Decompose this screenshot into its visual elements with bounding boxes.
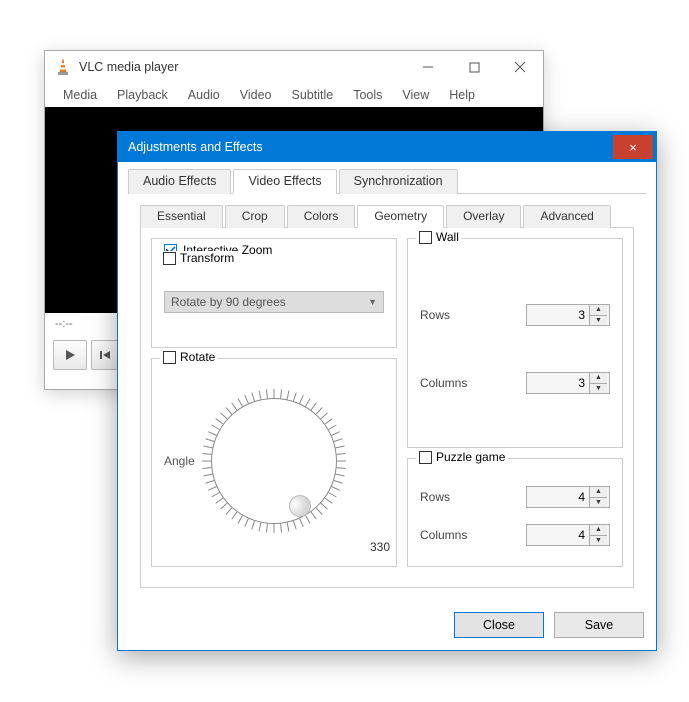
wall-cols-input[interactable] [527,373,589,393]
menu-tools[interactable]: Tools [345,86,390,104]
tab-audio-effects[interactable]: Audio Effects [128,169,231,194]
dialog-buttons: Close Save [118,600,656,650]
spinner-up-icon[interactable]: ▲ [590,305,607,316]
wall-group: Wall Rows ▲▼ Columns [407,238,623,448]
rotate-group: Rotate Angle 330 [151,358,397,567]
skip-back-icon [99,350,111,360]
window-title: VLC media player [79,60,405,74]
puzzle-label: Puzzle game [436,450,505,464]
angle-value: 330 [370,540,390,554]
puzzle-cols-label: Columns [420,528,467,542]
save-button-label: Save [585,618,614,632]
puzzle-checkbox[interactable] [419,451,432,464]
vlc-logo-icon [55,58,71,76]
spinner-down-icon[interactable]: ▼ [590,536,607,546]
spinner-up-icon[interactable]: ▲ [590,487,607,498]
puzzle-rows-input[interactable] [527,487,589,507]
puzzle-rows-spinner[interactable]: ▲▼ [526,486,610,508]
wall-cols-spinner[interactable]: ▲▼ [526,372,610,394]
wall-rows-input[interactable] [527,305,589,325]
menu-playback[interactable]: Playback [109,86,176,104]
prev-button[interactable] [91,340,119,370]
transform-dropdown-value: Rotate by 90 degrees [171,295,286,309]
puzzle-group: Puzzle game Rows ▲▼ Columns [407,458,623,567]
rotate-checkbox[interactable] [163,351,176,364]
rotate-label: Rotate [180,350,215,364]
spinner-down-icon[interactable]: ▼ [590,384,607,394]
subtab-overlay[interactable]: Overlay [446,205,521,228]
wall-label: Wall [436,230,459,244]
subtab-geometry[interactable]: Geometry [357,205,444,228]
top-tabs: Audio Effects Video Effects Synchronizat… [128,168,646,194]
close-button-label: Close [483,618,515,632]
adjustments-dialog: Adjustments and Effects × Audio Effects … [117,131,657,651]
spinner-up-icon[interactable]: ▲ [590,373,607,384]
wall-rows-label: Rows [420,308,450,322]
sub-tabs: Essential Crop Colors Geometry Overlay A… [140,204,634,228]
menu-bar: Media Playback Audio Video Subtitle Tool… [45,83,543,107]
close-button[interactable] [497,52,543,82]
subtab-advanced[interactable]: Advanced [523,205,610,228]
chevron-down-icon: ▼ [368,297,377,307]
menu-audio[interactable]: Audio [180,86,228,104]
menu-view[interactable]: View [394,86,437,104]
puzzle-rows-label: Rows [420,490,450,504]
menu-subtitle[interactable]: Subtitle [284,86,342,104]
dialog-title: Adjustments and Effects [128,140,610,154]
puzzle-cols-input[interactable] [527,525,589,545]
close-button[interactable]: Close [454,612,544,638]
elapsed-time[interactable]: --:-- [55,318,73,330]
menu-help[interactable]: Help [441,86,483,104]
spinner-down-icon[interactable]: ▼ [590,316,607,326]
tab-video-effects[interactable]: Video Effects [233,169,336,194]
play-icon [64,349,76,361]
titlebar[interactable]: VLC media player [45,51,543,83]
rotate-dial[interactable] [199,386,349,536]
transform-label: Transform [180,251,234,265]
subtab-essential[interactable]: Essential [140,205,223,228]
dialog-close-button[interactable]: × [613,135,653,159]
close-icon: × [629,140,637,155]
play-button[interactable] [53,340,87,370]
dialog-titlebar[interactable]: Adjustments and Effects × [118,132,656,162]
wall-cols-label: Columns [420,376,467,390]
maximize-button[interactable] [451,52,497,82]
subtab-crop[interactable]: Crop [225,205,285,228]
wall-rows-spinner[interactable]: ▲▼ [526,304,610,326]
wall-checkbox[interactable] [419,231,432,244]
angle-label: Angle [164,454,195,468]
spinner-down-icon[interactable]: ▼ [590,498,607,508]
minimize-button[interactable] [405,52,451,82]
menu-video[interactable]: Video [232,86,280,104]
transform-group: Interactive Zoom Transform Rotate by 90 … [151,238,397,348]
subtab-colors[interactable]: Colors [287,205,356,228]
spinner-up-icon[interactable]: ▲ [590,525,607,536]
transform-checkbox[interactable] [163,252,176,265]
puzzle-cols-spinner[interactable]: ▲▼ [526,524,610,546]
save-button[interactable]: Save [554,612,644,638]
geometry-panel: Interactive Zoom Transform Rotate by 90 … [140,228,634,588]
tab-synchronization[interactable]: Synchronization [339,169,458,194]
menu-media[interactable]: Media [55,86,105,104]
transform-dropdown[interactable]: Rotate by 90 degrees ▼ [164,291,384,313]
